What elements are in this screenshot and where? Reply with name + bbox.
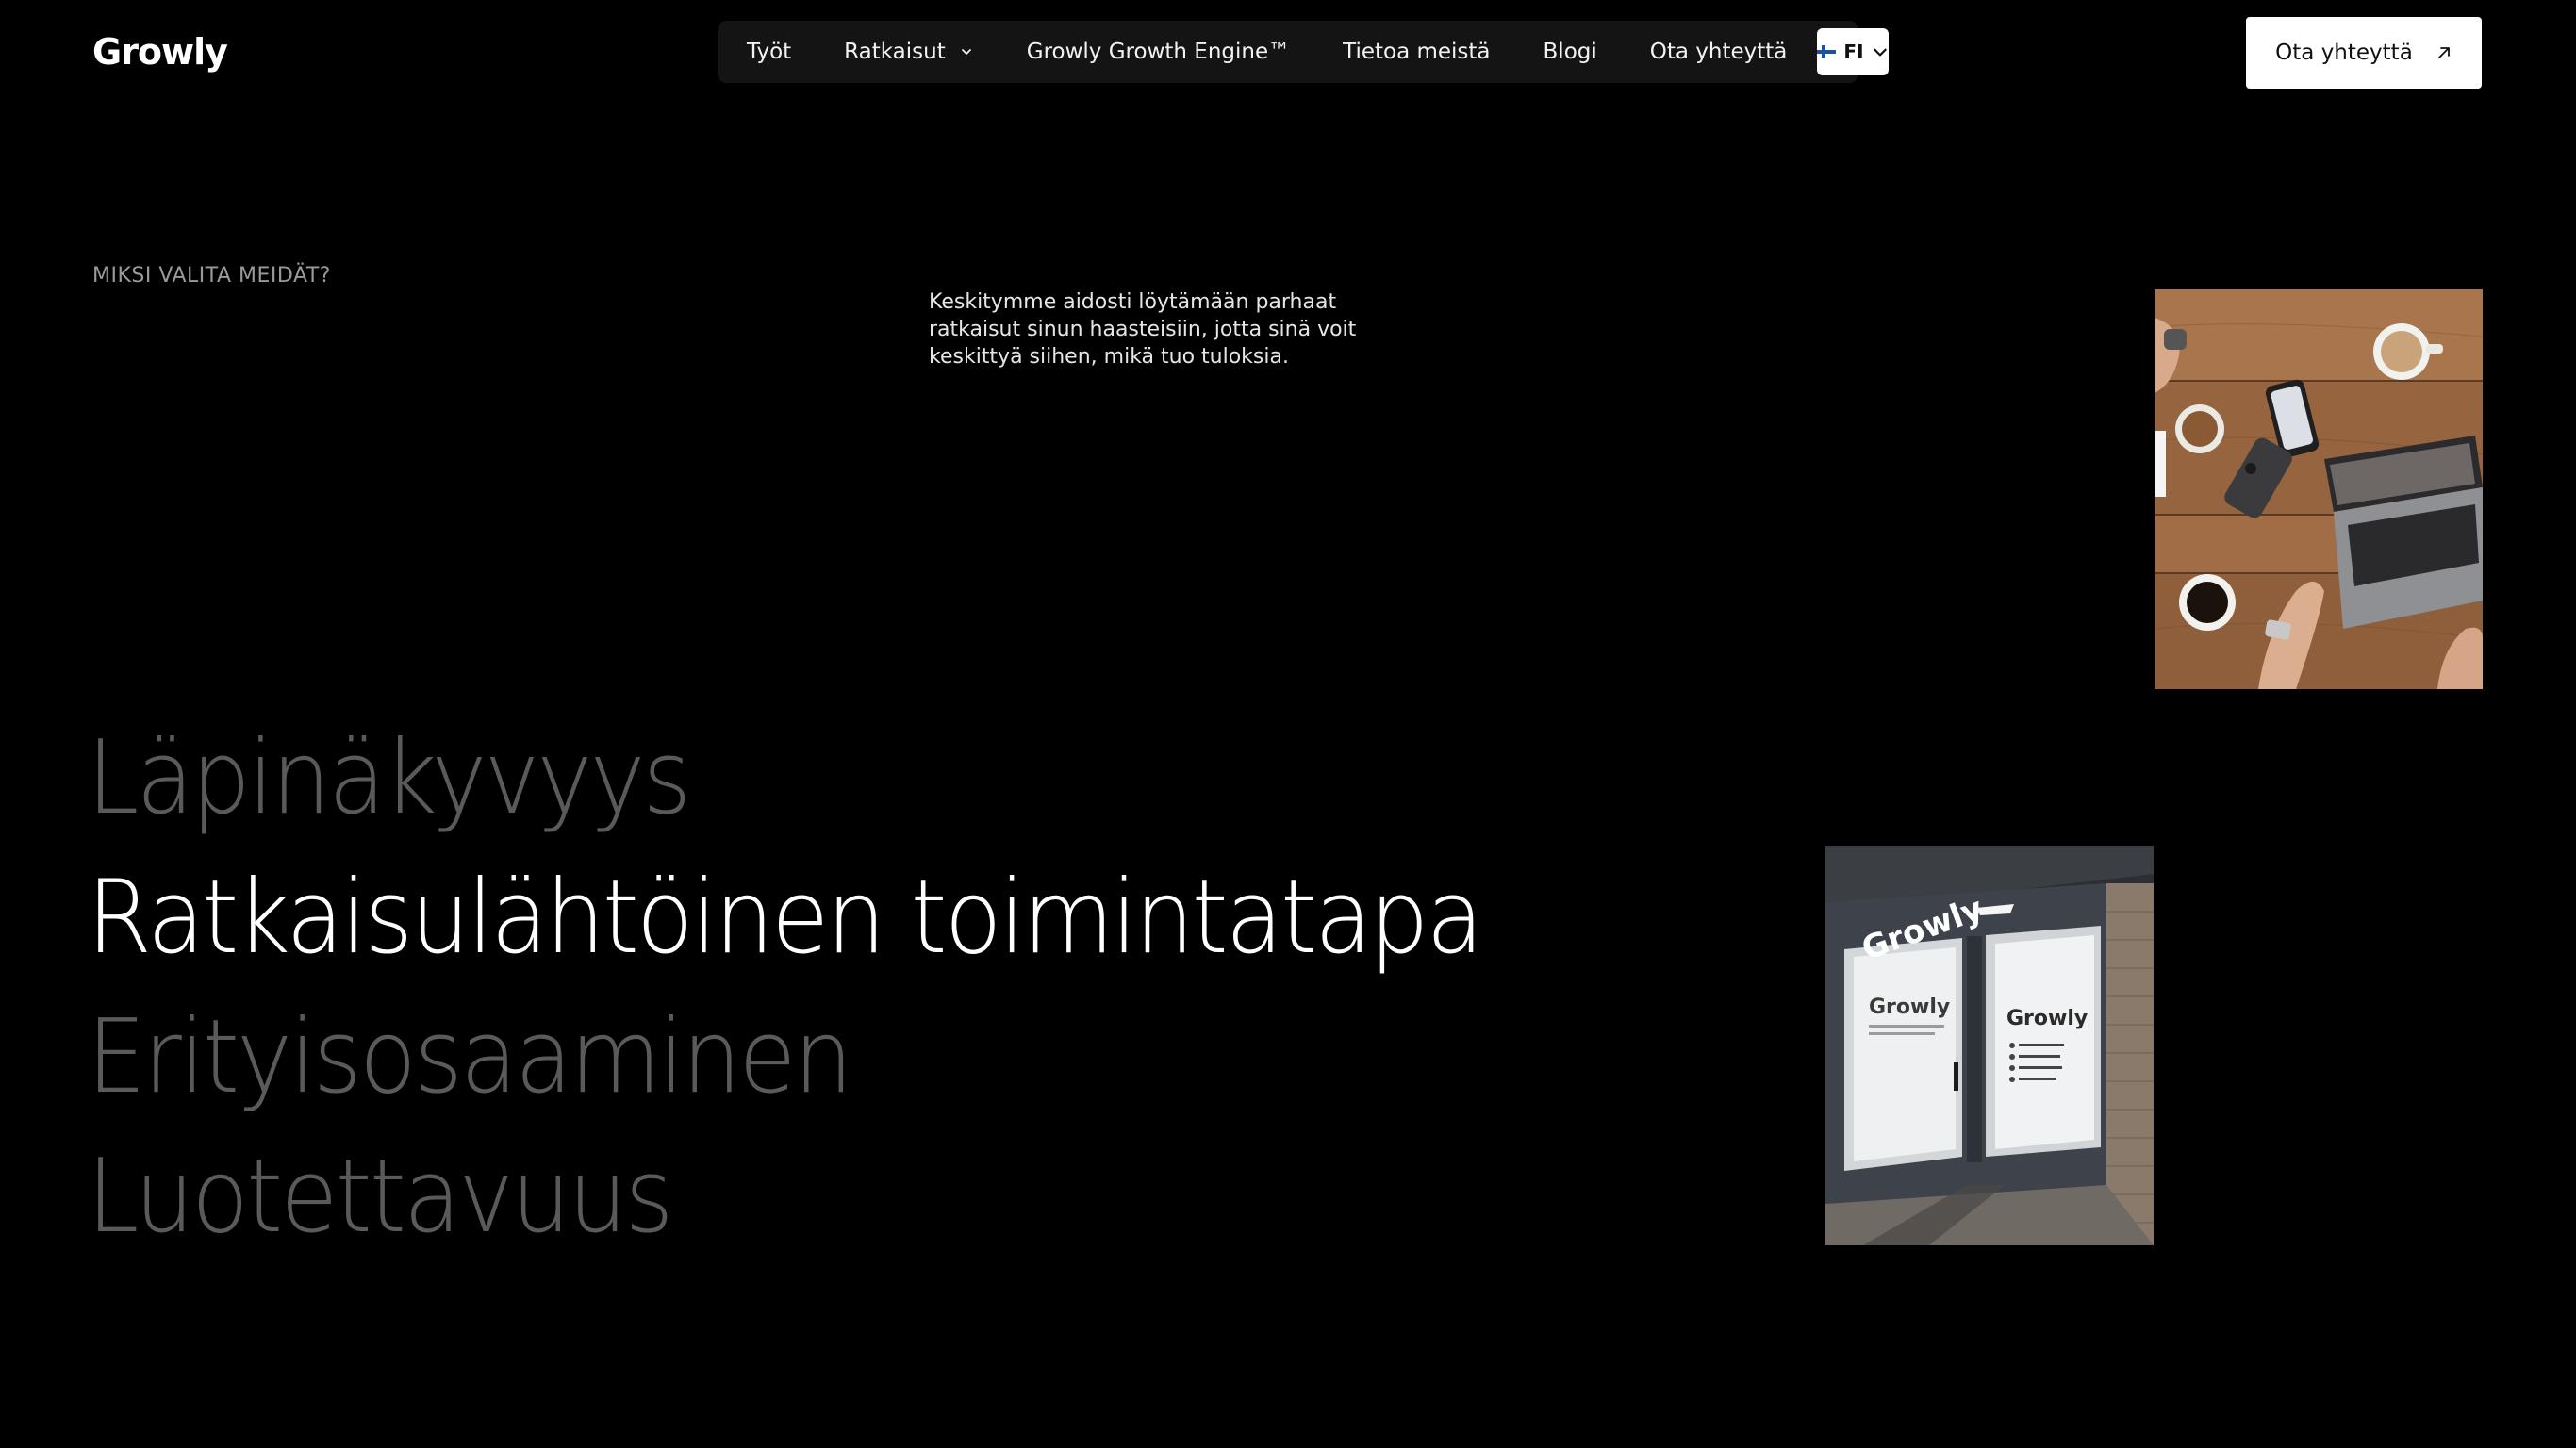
language-selector[interactable]: FI — [1817, 28, 1889, 75]
nav-item-ota-yhteytta[interactable]: Ota yhteyttä — [1650, 40, 1788, 64]
nav-item-tietoa-meista[interactable]: Tietoa meistä — [1343, 40, 1490, 64]
value-erityisosaaminen[interactable]: Erityisosaaminen — [87, 988, 1481, 1127]
nav-item-label: Työt — [747, 40, 792, 64]
window-text-right: Growly — [2006, 1007, 2088, 1030]
value-luotettavuus[interactable]: Luotettavuus — [87, 1127, 1481, 1267]
contact-cta-button[interactable]: Ota yhteyttä — [2246, 17, 2482, 89]
main-navigation: Työt Ratkaisut Growly Growth Engine™ Tie… — [718, 21, 1889, 83]
storefront-photo: Growly Growly Growly — [1825, 846, 2154, 1245]
nav-item-tyot[interactable]: Työt — [747, 40, 791, 64]
nav-item-ratkaisut[interactable]: Ratkaisut — [844, 40, 974, 64]
arrow-up-right-icon — [2437, 47, 2450, 58]
nav-item-blogi[interactable]: Blogi — [1544, 40, 1597, 64]
chevron-down-icon — [1873, 48, 1887, 57]
growly-logo[interactable]: Growly — [92, 28, 228, 75]
cta-label: Ota yhteyttä — [2275, 41, 2413, 65]
finland-flag-icon — [1817, 45, 1837, 58]
section-eyebrow: MIKSI VALITA MEIDÄT? — [92, 264, 331, 288]
nav-item-label: Ota yhteyttä — [1649, 40, 1788, 64]
value-ratkaisulahtoinen[interactable]: Ratkaisulähtöinen toimintatapa — [87, 848, 1484, 988]
window-text-left: Growly — [1869, 996, 1950, 1019]
section-intro: Keskitymme aidosti löytämään parhaat rat… — [929, 290, 1357, 369]
nav-item-growth-engine[interactable]: Growly Growth Engine™ — [1027, 40, 1290, 64]
nav-item-label: Blogi — [1543, 40, 1597, 64]
nav-item-label: Tietoa meistä — [1343, 40, 1491, 64]
desk-photo — [2155, 289, 2483, 689]
logo-text: Growly — [92, 31, 228, 73]
value-lapinakyvyys[interactable]: Läpinäkyvyys — [87, 709, 1481, 848]
nav-item-label: Ratkaisut — [844, 40, 946, 64]
values-list: Läpinäkyvyys Ratkaisulähtöinen toimintat… — [87, 709, 1602, 1267]
language-code: FI — [1843, 41, 1864, 63]
nav-item-label: Growly Growth Engine™ — [1026, 40, 1291, 64]
page: Growly Työt Ratkaisut Growly Growth Engi… — [0, 0, 2576, 1448]
chevron-down-icon — [961, 49, 971, 55]
